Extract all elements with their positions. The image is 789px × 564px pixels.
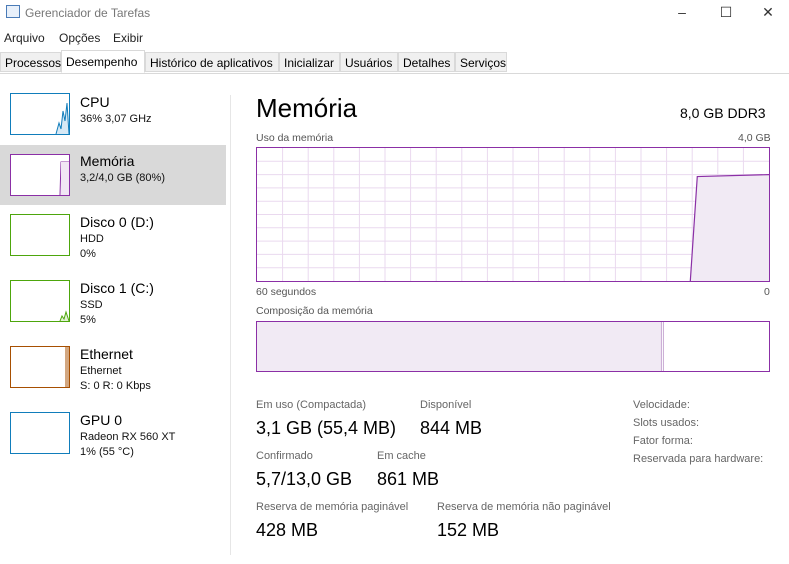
disk1-thumbnail-graph (10, 280, 70, 322)
sidebar-disk0-title: Disco 0 (D:) (80, 214, 154, 230)
usage-graph-label: Uso da memória (256, 132, 334, 144)
hardware-reserved-label: Reservada para hardware: (633, 453, 764, 465)
sidebar-ethernet-title: Ethernet (80, 346, 133, 362)
available-label: Disponível (420, 399, 472, 411)
slots-label: Slots usados: (633, 417, 700, 429)
ethernet-thumbnail-graph (10, 346, 70, 388)
tab-usuarios[interactable]: Usuários (340, 52, 398, 72)
sidebar-disk1-usage: 5% (80, 314, 96, 326)
menu-opcoes[interactable]: Opções (59, 31, 100, 45)
cached-label: Em cache (377, 450, 426, 462)
usage-graph-max: 4,0 GB (738, 132, 771, 144)
disk0-thumbnail-graph (10, 214, 70, 256)
speed-label: Velocidade: (633, 399, 690, 411)
task-manager-icon (6, 5, 20, 18)
maximize-button[interactable]: ☐ (703, 0, 749, 27)
sidebar-disk0-type: HDD (80, 233, 104, 245)
sidebar-ethernet-throughput: S: 0 R: 0 Kbps (80, 380, 151, 392)
sidebar-gpu-title: GPU 0 (80, 412, 123, 428)
sidebar-item-disco-0[interactable]: Disco 0 (D:) HDD 0% (0, 208, 226, 268)
sidebar-gpu-usage: 1% (55 °C) (80, 446, 134, 458)
sidebar-memory-title: Memória (80, 153, 135, 169)
tab-processos[interactable]: Processos (0, 52, 61, 72)
tab-desempenho[interactable]: Desempenho (61, 50, 145, 73)
form-factor-label: Fator forma: (633, 435, 693, 447)
committed-value: 5,7/13,0 GB (256, 469, 353, 489)
page-title: Memória (256, 93, 358, 123)
in-use-label: Em uso (Compactada) (256, 399, 367, 411)
tab-servicos[interactable]: Serviços (455, 52, 507, 72)
graph-time-right: 0 (764, 286, 770, 298)
cpu-thumbnail-graph (10, 93, 70, 135)
composition-label: Composição da memória (256, 305, 373, 317)
paged-pool-value: 428 MB (256, 520, 319, 540)
tab-inicializar[interactable]: Inicializar (279, 52, 340, 72)
sidebar-item-memoria[interactable]: Memória 3,2/4,0 GB (80%) (0, 145, 226, 205)
sidebar-disk0-usage: 0% (80, 248, 96, 260)
gpu-thumbnail-graph (10, 412, 70, 454)
memory-type: 8,0 GB DDR3 (680, 105, 766, 121)
title-bar: Gerenciador de Tarefas – ☐ ✕ (0, 0, 789, 27)
sidebar-memory-detail: 3,2/4,0 GB (80%) (80, 172, 165, 184)
nonpaged-pool-label: Reserva de memória não paginável (437, 501, 611, 513)
close-button[interactable]: ✕ (745, 0, 789, 27)
sidebar-item-gpu-0[interactable]: GPU 0 Radeon RX 560 XT 1% (55 °C) (0, 406, 226, 466)
sidebar-cpu-title: CPU (80, 94, 110, 110)
in-use-value: 3,1 GB (55,4 MB) (256, 418, 397, 438)
sidebar-disk1-title: Disco 1 (C:) (80, 280, 154, 296)
menu-arquivo[interactable]: Arquivo (4, 31, 45, 45)
sidebar-item-cpu[interactable]: CPU 36% 3,07 GHz (0, 88, 226, 144)
sidebar-ethernet-adapter: Ethernet (80, 365, 122, 377)
memory-thumbnail-graph (10, 154, 70, 196)
graph-time-left: 60 segundos (256, 286, 317, 298)
sidebar-item-disco-1[interactable]: Disco 1 (C:) SSD 5% (0, 274, 226, 334)
committed-label: Confirmado (256, 450, 313, 462)
window-title: Gerenciador de Tarefas (25, 6, 151, 20)
memory-usage-graph (256, 147, 770, 282)
memory-composition-bar (256, 321, 770, 372)
sidebar-cpu-detail: 36% 3,07 GHz (80, 113, 152, 125)
cached-value: 861 MB (377, 469, 440, 489)
sidebar-gpu-model: Radeon RX 560 XT (80, 431, 176, 443)
paged-pool-label: Reserva de memória paginável (256, 501, 409, 513)
sidebar-divider (230, 95, 231, 555)
sidebar-item-ethernet[interactable]: Ethernet Ethernet S: 0 R: 0 Kbps (0, 340, 226, 400)
available-value: 844 MB (420, 418, 483, 438)
tab-historico[interactable]: Histórico de aplicativos (145, 52, 279, 72)
menu-exibir[interactable]: Exibir (113, 31, 143, 45)
sidebar-disk1-type: SSD (80, 299, 103, 311)
tab-detalhes[interactable]: Detalhes (398, 52, 455, 72)
nonpaged-pool-value: 152 MB (437, 520, 500, 540)
minimize-button[interactable]: – (659, 0, 705, 27)
